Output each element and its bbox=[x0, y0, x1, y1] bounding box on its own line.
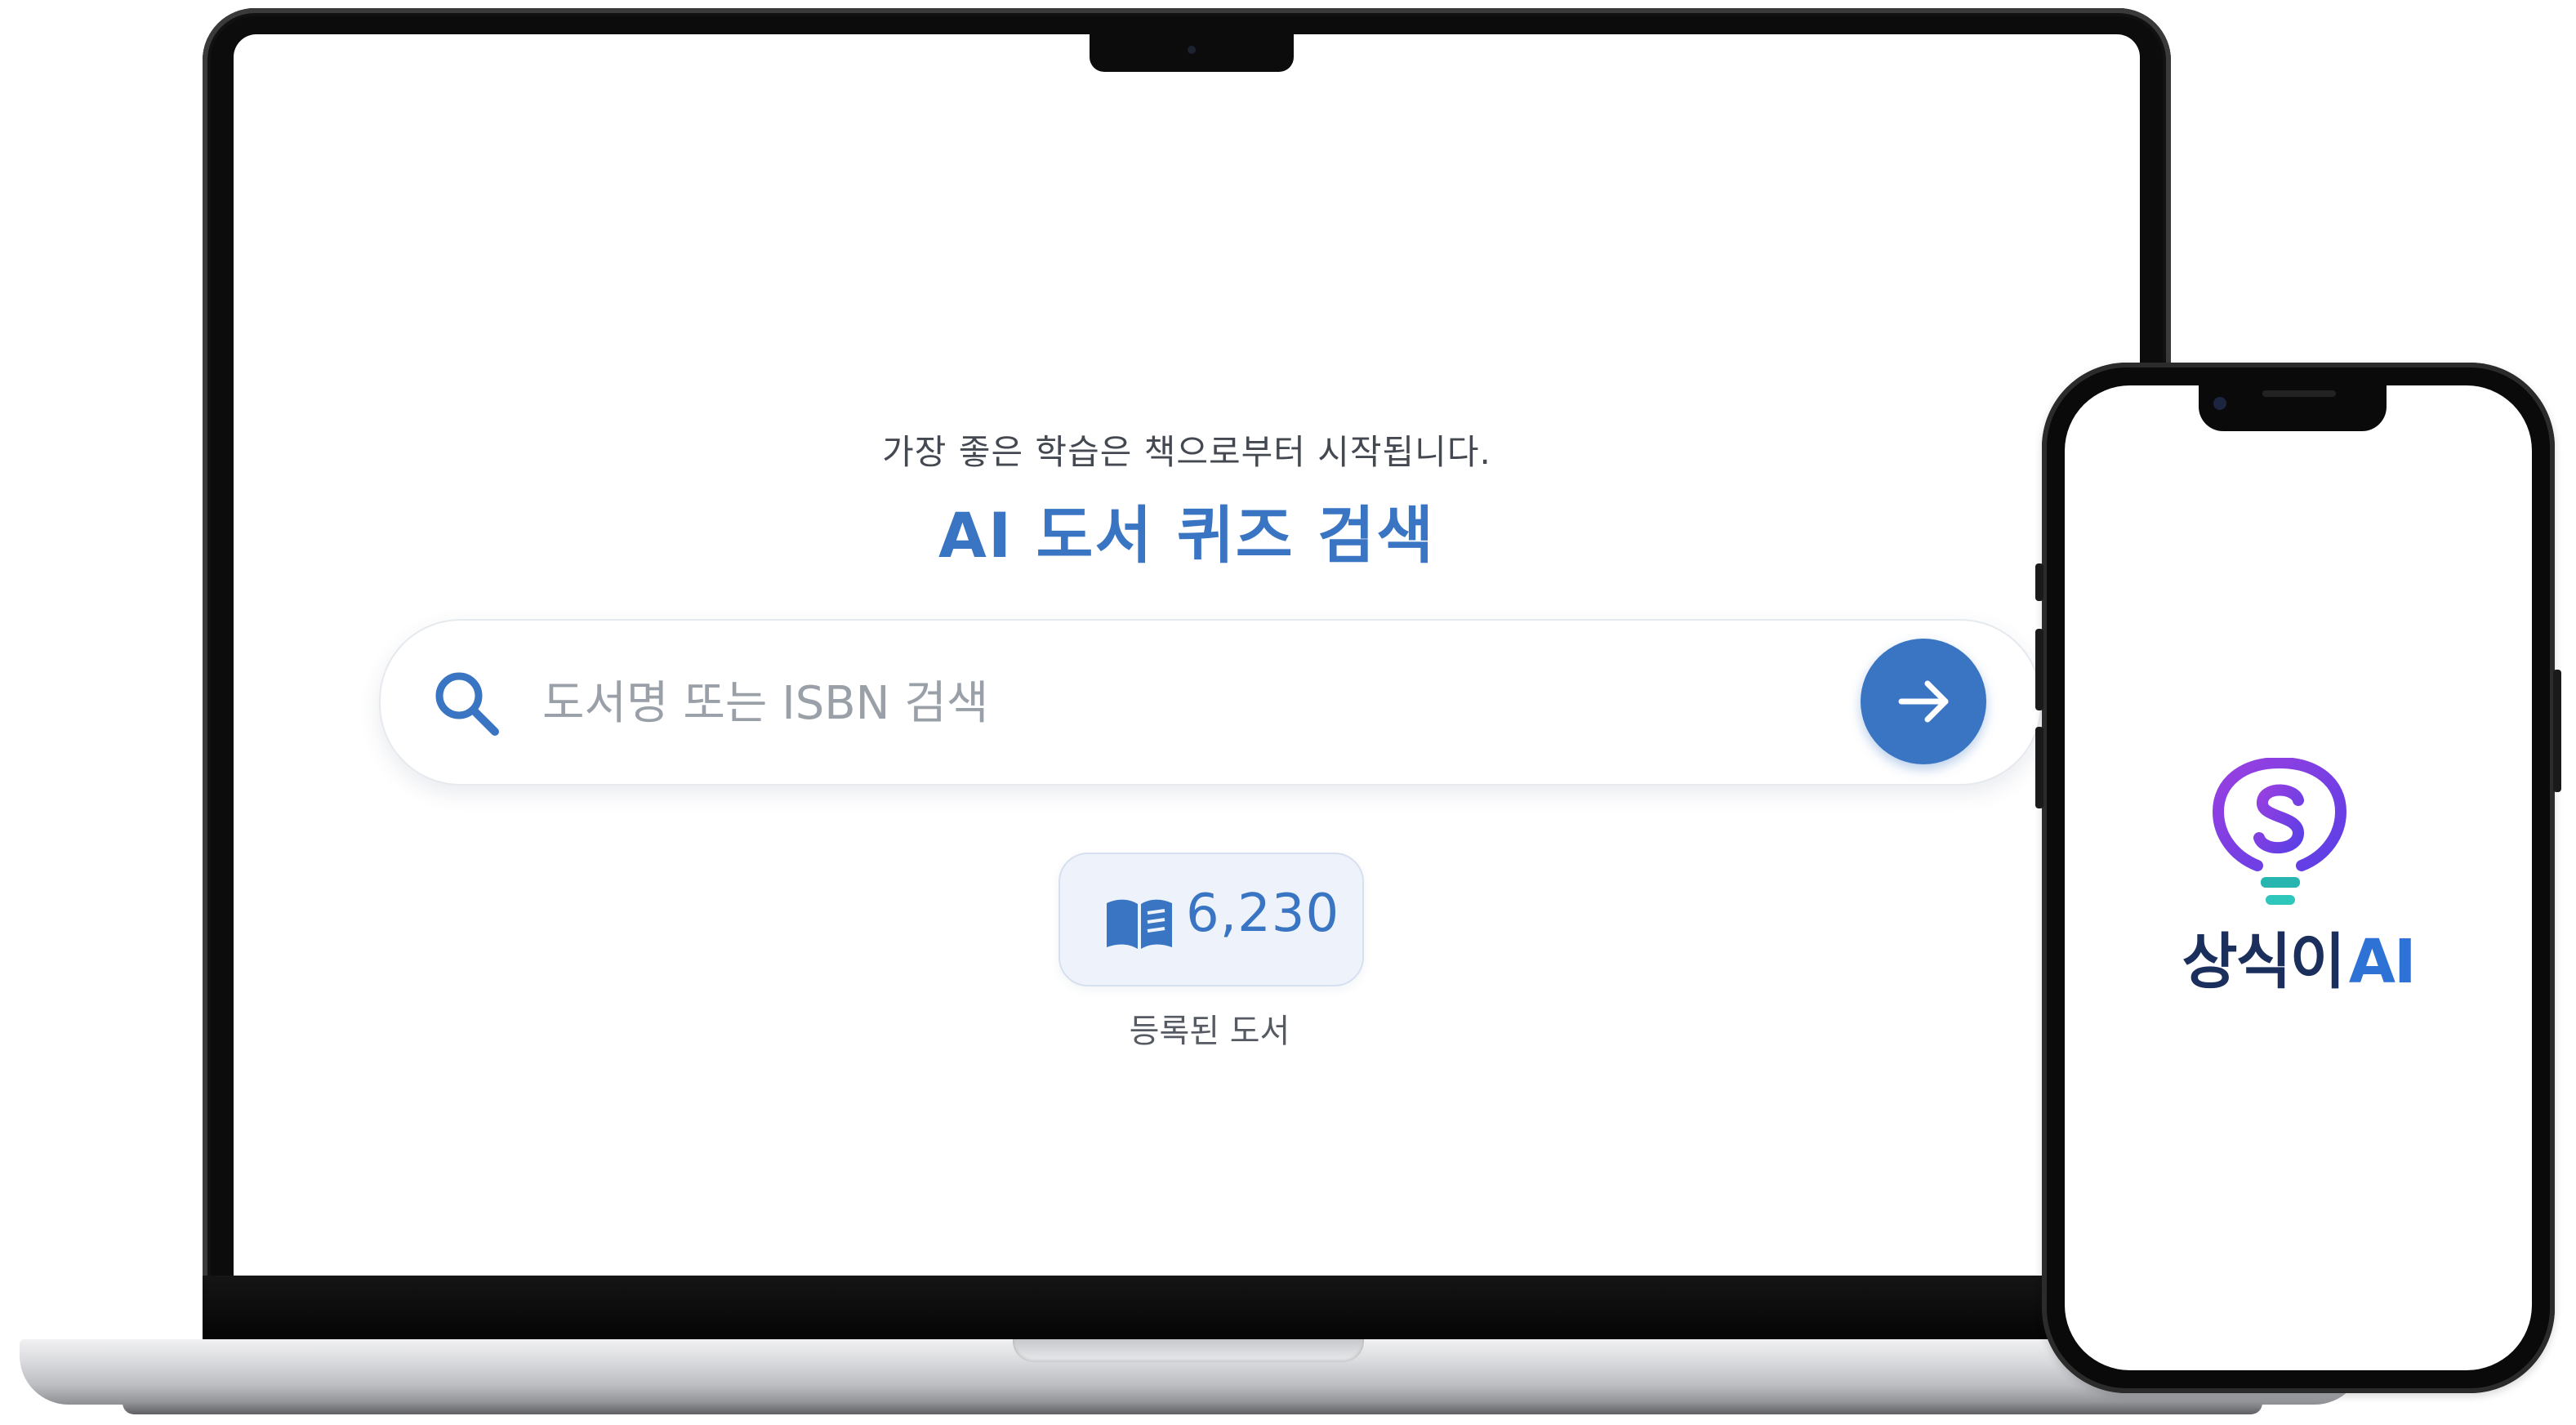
search-submit-button[interactable] bbox=[1861, 639, 1986, 764]
book-count: 6,230 bbox=[1186, 884, 1340, 944]
laptop-base-edge bbox=[123, 1403, 2262, 1414]
book-open-icon bbox=[1107, 899, 1172, 949]
brand-name-ko: 상식이 bbox=[2182, 927, 2345, 997]
phone-speaker bbox=[2262, 390, 2336, 397]
laptop-chin bbox=[203, 1276, 2171, 1339]
brand-name: 상식이AI bbox=[2065, 913, 2532, 1000]
phone-volume-down-button bbox=[2035, 727, 2043, 808]
search-bar[interactable] bbox=[379, 619, 2042, 786]
camera-icon bbox=[1188, 46, 1196, 54]
arrow-right-icon bbox=[1898, 680, 1949, 723]
phone-camera-icon bbox=[2213, 397, 2226, 410]
brand-name-ai: AI bbox=[2348, 927, 2417, 997]
device-mockup: 가장 좋은 학습은 책으로부터 시작됩니다. AI 도서 퀴즈 검색 도서명 또… bbox=[0, 0, 2576, 1425]
search-input[interactable] bbox=[541, 661, 1769, 745]
phone-volume-up-button bbox=[2035, 629, 2043, 710]
book-count-caption: 등록된 도서 bbox=[1129, 1013, 1290, 1050]
laptop-screen: 가장 좋은 학습은 책으로부터 시작됩니다. AI 도서 퀴즈 검색 도서명 또… bbox=[234, 34, 2140, 1276]
lightbulb-s-logo bbox=[2212, 758, 2347, 905]
search-icon bbox=[435, 672, 499, 736]
phone-silent-switch bbox=[2035, 563, 2043, 601]
book-count-badge: 6,230 bbox=[1058, 853, 1364, 986]
phone-power-button bbox=[2553, 670, 2561, 792]
laptop-thumb-notch bbox=[1013, 1339, 1364, 1362]
page-title: AI 도서 퀴즈 검색 bbox=[938, 499, 1435, 572]
tagline: 가장 좋은 학습은 책으로부터 시작됩니다. bbox=[882, 432, 1491, 472]
